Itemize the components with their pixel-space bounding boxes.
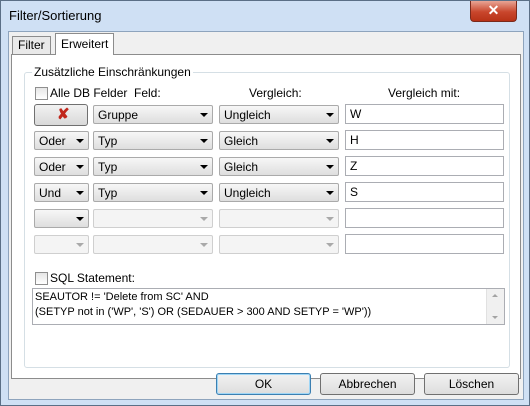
column-header-vergleich: Vergleich: [249,86,302,100]
sql-line-1: SEAUTOR != 'Delete from SC' AND [35,291,209,303]
abbrechen-button[interactable]: Abbrechen [320,373,415,395]
value-text: H [350,133,359,147]
scroll-down-icon[interactable] [492,316,498,319]
loeschen-button[interactable]: Löschen [424,373,519,395]
compare-select-row-5 [219,209,339,228]
tab-filter[interactable]: Filter [12,36,51,54]
compare-value: Gleich [224,134,259,148]
sql-statement-textarea[interactable]: SEAUTOR != 'Delete from SC' AND (SETYP n… [32,288,505,325]
connector-select-row-5[interactable] [34,209,89,228]
field-select-row-2[interactable]: Typ [93,131,213,150]
connector-select-row-4[interactable]: Und [34,183,89,202]
dialog-client-area: Filter Erweitert Zusätzliche Einschränku… [8,31,524,400]
ok-button[interactable]: OK [216,373,311,395]
value-input-row-1[interactable]: W [345,104,504,124]
chevron-down-icon [76,139,84,143]
chevron-down-icon [326,243,334,247]
value-text: W [350,107,362,121]
close-icon: ✕ [487,2,500,18]
chevron-down-icon [200,139,208,143]
field-select-row-1[interactable]: Gruppe [93,105,213,124]
connector-select-row-6 [34,235,89,254]
value-input-row-6[interactable] [345,234,504,254]
compare-select-row-1[interactable]: Ungleich [219,105,339,124]
field-select-row-3[interactable]: Typ [93,157,213,176]
chevron-down-icon [326,165,334,169]
field-value: Typ [98,134,118,148]
connector-select-row-3[interactable]: Oder [34,157,89,176]
window-title: Filter/Sortierung [9,8,102,23]
column-header-vergleich-mit: Vergleich mit: [388,86,461,100]
connector-select-row-2[interactable]: Oder [34,131,89,150]
value-input-row-2[interactable]: H [345,130,504,150]
compare-value: Gleich [224,160,259,174]
chevron-down-icon [76,243,84,247]
tab-panel-erweitert: Zusätzliche Einschränkungen Alle DB Feld… [11,54,521,379]
tab-erweitert[interactable]: Erweitert [55,33,115,55]
field-value: Typ [98,186,118,200]
compare-select-row-6 [219,235,339,254]
alle-db-felder-label: Alle DB Felder [50,86,128,100]
sql-statement-checkbox[interactable] [35,272,48,285]
compare-select-row-4[interactable]: Ungleich [219,183,339,202]
chevron-down-icon [200,113,208,117]
scroll-up-icon[interactable] [492,294,498,297]
value-text: Z [350,159,358,173]
sql-scrollbar[interactable] [486,289,504,324]
chevron-down-icon [200,217,208,221]
chevron-down-icon [200,191,208,195]
chevron-down-icon [76,217,84,221]
sql-statement-label: SQL Statement: [50,271,135,285]
field-value: Gruppe [98,108,139,122]
connector-value: Und [39,186,62,200]
red-x-icon: ✘ [57,106,70,123]
chevron-down-icon [76,165,84,169]
chevron-down-icon [326,191,334,195]
connector-value: Oder [39,160,66,174]
field-select-row-6 [93,235,213,254]
chevron-down-icon [326,217,334,221]
column-header-feld: Feld: [134,86,161,100]
value-input-row-4[interactable]: S [345,182,504,202]
field-value: Typ [98,160,118,174]
field-select-row-4[interactable]: Typ [93,183,213,202]
value-input-row-3[interactable]: Z [345,156,504,176]
delete-row-button[interactable]: ✘ [34,104,88,126]
close-button[interactable]: ✕ [470,1,517,22]
field-select-row-5 [93,209,213,228]
value-input-row-5[interactable] [345,208,504,228]
dialog-window: Filter/Sortierung ✕ Filter Erweitert Zus… [0,0,530,406]
compare-select-row-2[interactable]: Gleich [219,131,339,150]
chevron-down-icon [326,113,334,117]
chevron-down-icon [76,191,84,195]
chevron-down-icon [200,243,208,247]
connector-value: Oder [39,134,66,148]
value-text: S [350,185,359,199]
compare-select-row-3[interactable]: Gleich [219,157,339,176]
sql-line-2: (SETYP not in ('WP', 'S') OR (SEDAUER > … [35,306,372,318]
chevron-down-icon [326,139,334,143]
compare-value: Ungleich [224,186,271,200]
compare-value: Ungleich [224,108,271,122]
chevron-down-icon [200,165,208,169]
alle-db-felder-checkbox[interactable] [35,87,48,100]
group-legend: Zusätzliche Einschränkungen [32,65,193,79]
title-bar[interactable]: Filter/Sortierung ✕ [1,1,529,31]
